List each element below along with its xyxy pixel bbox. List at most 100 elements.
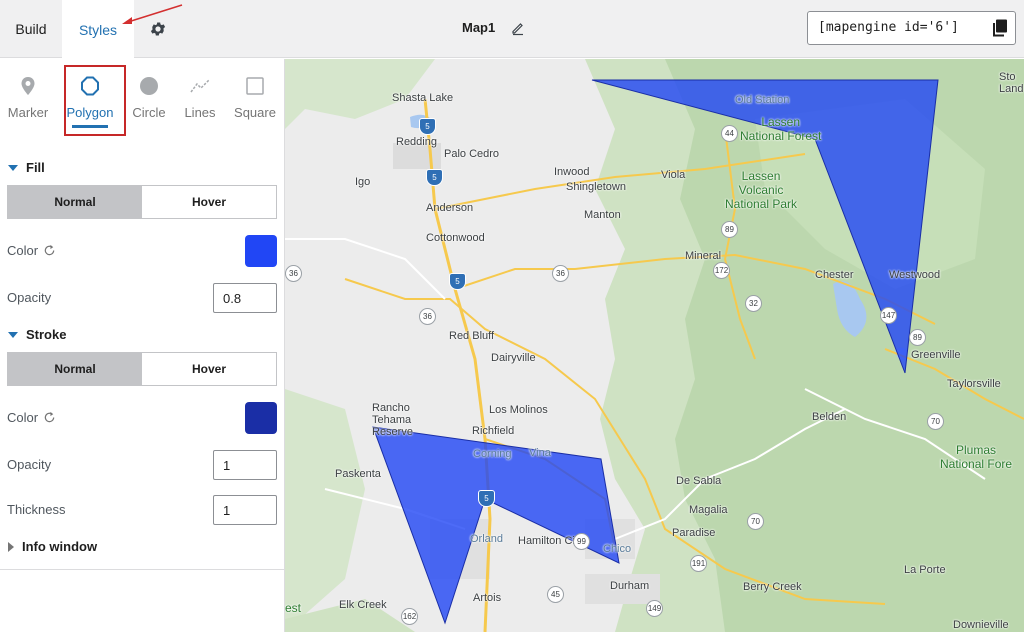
map-pin-icon <box>21 77 35 95</box>
fill-section-header[interactable]: Fill <box>8 160 45 175</box>
place-label: Artois <box>473 592 502 604</box>
caret-down-icon <box>8 164 18 171</box>
place-label: Taylorsville <box>947 378 1001 390</box>
shape-tabs: Marker Polygon Circle Lines Square <box>0 59 285 143</box>
route-shield: 36 <box>285 265 302 282</box>
place-label: Anderson <box>426 202 474 214</box>
reset-icon[interactable] <box>43 244 56 257</box>
place-label: Westwood <box>889 269 941 281</box>
stroke-section-title: Stroke <box>26 327 67 342</box>
place-label: Chester <box>815 269 854 281</box>
route-shield: 5 <box>449 273 466 290</box>
stroke-color-swatch[interactable] <box>245 402 277 434</box>
active-tab-underline <box>72 125 108 128</box>
stroke-hover-button[interactable]: Hover <box>142 353 276 385</box>
stroke-thickness-label: Thickness <box>7 502 66 517</box>
circle-icon <box>140 77 158 95</box>
route-shield: 36 <box>419 308 436 325</box>
shape-tab-marker[interactable]: Marker <box>0 71 56 120</box>
place-label: Los Molinos <box>489 404 548 416</box>
route-shield: 89 <box>721 221 738 238</box>
stroke-opacity-input[interactable]: 1 <box>213 450 277 480</box>
shape-tab-label: Marker <box>7 105 49 120</box>
shape-tab-lines[interactable]: Lines <box>172 71 228 120</box>
stroke-color-label: Color <box>7 410 39 425</box>
fill-opacity-input[interactable]: 0.8 <box>213 283 277 313</box>
place-label: Corning <box>473 448 512 460</box>
divider <box>0 569 285 570</box>
stroke-normal-button[interactable]: Normal <box>8 353 142 385</box>
place-label: Orland <box>470 533 504 545</box>
route-shield: 5 <box>426 169 443 186</box>
style-sidebar: Marker Polygon Circle Lines Square Fill … <box>0 59 285 632</box>
shortcode-field[interactable]: [mapengine id='6'] <box>807 11 1016 45</box>
place-label: Lassen Volcanic National Park <box>725 169 798 211</box>
route-shield: 162 <box>401 608 418 625</box>
info-window-section-header[interactable]: Info window <box>8 539 97 554</box>
place-label: Chico <box>603 543 632 555</box>
place-label: Richfield <box>472 425 515 437</box>
place-label: est <box>285 601 302 615</box>
route-shield: 5 <box>478 490 495 507</box>
reset-icon[interactable] <box>43 411 56 424</box>
fill-color-label: Color <box>7 243 39 258</box>
map-title: Map1 <box>462 20 496 35</box>
info-window-title: Info window <box>22 539 98 554</box>
route-shield: 5 <box>419 118 436 135</box>
place-label: Old Station <box>735 94 790 106</box>
place-label: Sto Land <box>999 71 1024 95</box>
route-shield: 70 <box>927 413 944 430</box>
place-label: Inwood <box>554 166 590 178</box>
route-shield: 191 <box>690 555 707 572</box>
stroke-opacity-label: Opacity <box>7 457 52 472</box>
place-label: Cottonwood <box>426 232 485 244</box>
pencil-icon[interactable] <box>510 20 526 36</box>
place-label: Mineral <box>685 250 722 262</box>
shape-tab-label: Square <box>234 105 276 120</box>
place-label: Palo Cedro <box>444 148 500 160</box>
route-shield: 32 <box>745 295 762 312</box>
place-label: De Sabla <box>676 475 722 487</box>
stroke-section-header[interactable]: Stroke <box>8 327 66 342</box>
fill-hover-button[interactable]: Hover <box>142 186 276 218</box>
fill-normal-button[interactable]: Normal <box>8 186 142 218</box>
place-label: Redding <box>396 136 437 148</box>
stroke-thickness-input[interactable]: 1 <box>213 495 277 525</box>
place-label: Shasta Lake <box>392 92 454 104</box>
stroke-color-row: Color <box>7 410 56 425</box>
place-label: Paradise <box>672 527 716 539</box>
fill-section-title: Fill <box>26 160 45 175</box>
caret-right-icon <box>8 541 14 552</box>
route-shield: 147 <box>880 307 897 324</box>
place-label: Durham <box>610 580 650 592</box>
place-label: Red Bluff <box>449 330 495 342</box>
place-label: Elk Creek <box>339 599 387 611</box>
place-label: Shingletown <box>566 181 626 193</box>
route-shield: 45 <box>547 586 564 603</box>
fill-color-swatch[interactable] <box>245 235 277 267</box>
route-shield: 36 <box>552 265 569 282</box>
place-label: Berry Creek <box>743 581 802 593</box>
square-icon <box>246 77 264 95</box>
place-label: Greenville <box>911 349 961 361</box>
place-label: Vina <box>529 447 551 459</box>
stroke-state-toggle: Normal Hover <box>7 352 277 386</box>
fill-opacity-label: Opacity <box>7 290 52 305</box>
place-label: Downieville <box>953 619 1009 631</box>
map-canvas[interactable]: Shasta Lake Redding Palo Cedro Igo Inwoo… <box>285 59 1024 632</box>
place-label: Manton <box>584 209 621 221</box>
fill-color-row: Color <box>7 243 56 258</box>
place-label: Plumas National Fore <box>940 443 1013 471</box>
tab-build[interactable]: Build <box>0 0 62 58</box>
copy-icon[interactable] <box>992 19 1008 37</box>
place-label: Lassen National Forest <box>740 115 822 143</box>
place-label: Belden <box>812 411 847 423</box>
shape-tab-label: Circle <box>132 105 166 120</box>
place-label: Igo <box>355 176 371 188</box>
route-shield: 70 <box>747 513 764 530</box>
route-shield: 172 <box>713 262 730 279</box>
place-label: Viola <box>661 169 686 181</box>
shape-tab-circle[interactable]: Circle <box>121 71 177 120</box>
route-shield: 89 <box>909 329 926 346</box>
shape-tab-square[interactable]: Square <box>227 71 283 120</box>
